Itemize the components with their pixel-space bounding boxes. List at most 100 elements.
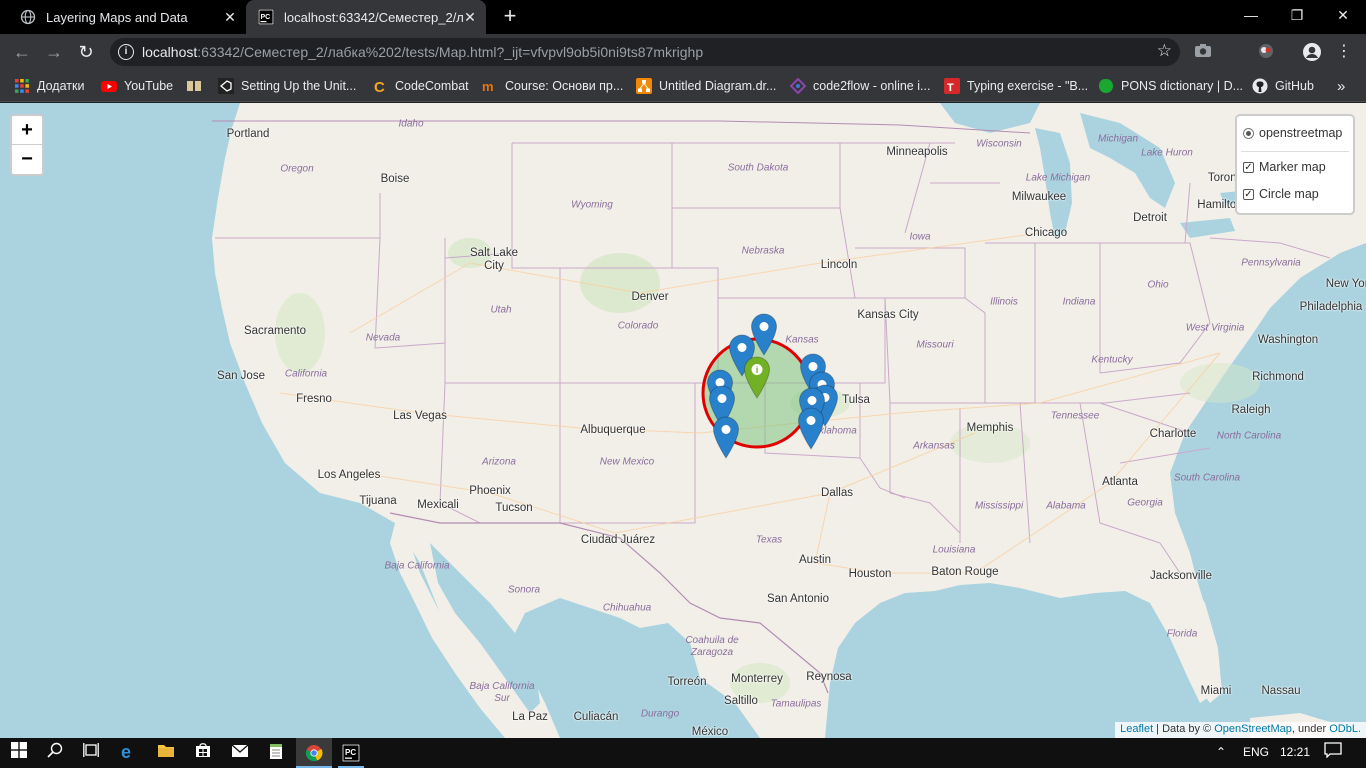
bookmark-typing[interactable]: T Typing exercise - "B...	[944, 77, 1088, 95]
bookmark-code2flow[interactable]: code2flow - online i...	[789, 77, 931, 95]
back-icon[interactable]: ←	[10, 40, 34, 64]
minimize-button[interactable]: —	[1228, 0, 1274, 30]
pycharm-taskbar-icon[interactable]: PC	[338, 738, 364, 768]
camera-icon[interactable]	[1193, 42, 1213, 62]
task-view-icon[interactable]	[80, 742, 102, 764]
svg-text:C: C	[374, 79, 385, 94]
bookmark-label: Typing exercise - "B...	[967, 79, 1089, 93]
overlay-marker-map[interactable]: ✓ Marker map	[1243, 160, 1326, 174]
close-tab-icon[interactable]: ✕	[462, 9, 478, 25]
attribution-text: , under	[1291, 723, 1330, 735]
svg-text:m: m	[482, 79, 494, 94]
bookmarks-overflow-button[interactable]: »	[1337, 77, 1345, 95]
tray-chevron-icon[interactable]: ⌃	[1216, 745, 1226, 759]
zoom-control: + −	[10, 114, 44, 176]
reading-list-icon	[186, 78, 202, 94]
clock[interactable]: 12:21	[1280, 745, 1310, 759]
bookmark-label: Setting Up the Unit...	[241, 79, 357, 93]
close-tab-icon[interactable]: ✕	[222, 9, 238, 25]
osm-link[interactable]: OpenStreetMap	[1214, 723, 1292, 735]
github-icon	[1252, 78, 1268, 94]
file-explorer-icon[interactable]	[155, 742, 177, 764]
tab-localhost-map[interactable]: PC localhost:63342/Семестер_2/лаб ✕	[246, 0, 486, 34]
bookmark-pons[interactable]: PONS dictionary | D...	[1098, 77, 1243, 95]
odbl-link[interactable]: ODbL.	[1329, 723, 1361, 735]
bookmark-drawio[interactable]: Untitled Diagram.dr...	[636, 77, 776, 95]
language-indicator[interactable]: ENG	[1243, 745, 1269, 759]
globe-icon	[20, 9, 36, 25]
pycharm-icon: PC	[258, 9, 274, 25]
layer-control: openstreetmap ✓ Marker map ✓ Circle map	[1235, 114, 1355, 215]
url-text[interactable]: localhost:63342/Семестер_2/лабка%202/tes…	[142, 44, 703, 60]
notification-icon[interactable]	[1322, 742, 1344, 764]
youtube-icon	[101, 78, 117, 94]
edge-icon[interactable]: e	[118, 742, 140, 764]
bookmark-codecombat[interactable]: C CodeCombat	[372, 77, 469, 96]
checkbox-checked[interactable]: ✓	[1243, 161, 1254, 173]
browser-toolbar: ← → ↻ i localhost:63342/Семестер_2/лабка…	[0, 34, 1366, 70]
url-path: :63342/Семестер_2/лабка%202/tests/Map.ht…	[197, 44, 704, 60]
forward-icon[interactable]: →	[42, 40, 66, 64]
bookmark-youtube[interactable]: YouTube	[101, 77, 173, 95]
address-bar[interactable]: i localhost:63342/Семестер_2/лабка%202/t…	[110, 38, 1180, 66]
search-icon[interactable]	[44, 742, 66, 764]
map-marker-icon[interactable]	[712, 416, 740, 459]
close-window-button[interactable]: ✕	[1320, 0, 1366, 30]
layer-label: Marker map	[1259, 160, 1326, 174]
tab-layering-maps[interactable]: Layering Maps and Data ✕	[8, 0, 246, 34]
layer-separator	[1241, 151, 1349, 152]
bookmark-reading[interactable]	[186, 77, 209, 95]
bookmark-unity[interactable]: Setting Up the Unit...	[218, 77, 356, 95]
base-layer-openstreetmap[interactable]: openstreetmap	[1243, 126, 1342, 140]
bookmark-label: Course: Основи пр...	[505, 79, 624, 93]
moodle-icon: m	[482, 78, 498, 94]
code2flow-icon	[789, 77, 807, 95]
bookmark-apps[interactable]: Додатки	[14, 77, 84, 95]
layer-label: Circle map	[1259, 187, 1319, 201]
bookmark-label: Untitled Diagram.dr...	[659, 79, 777, 93]
url-host: localhost	[142, 44, 198, 60]
notepad-icon[interactable]	[265, 742, 287, 764]
reload-icon[interactable]: ↻	[74, 40, 98, 64]
bookmark-label: GitHub	[1275, 79, 1314, 93]
zoom-in-button[interactable]: +	[12, 116, 42, 145]
zoom-out-button[interactable]: −	[12, 145, 42, 174]
codecombat-icon: C	[372, 78, 388, 96]
profile-icon[interactable]	[1302, 42, 1322, 62]
leaflet-map[interactable]: Portland Boise Salt Lake City Denver Sac…	[0, 103, 1366, 738]
layer-label: openstreetmap	[1259, 126, 1343, 140]
svg-text:PC: PC	[261, 14, 271, 21]
map-attribution: Leaflet | Data by © OpenStreetMap, under…	[1115, 722, 1366, 738]
store-icon[interactable]	[192, 742, 214, 764]
bookmark-label: YouTube	[124, 79, 174, 93]
bookmarks-bar: Додатки YouTube Setting Up the Unit... C…	[0, 70, 1366, 102]
pons-icon	[1098, 78, 1114, 94]
svg-text:e: e	[121, 742, 131, 760]
apps-grid-icon	[14, 78, 30, 94]
unity-icon	[218, 78, 234, 94]
mail-icon[interactable]	[229, 742, 251, 764]
map-overlay: i	[701, 313, 839, 459]
checkbox-checked[interactable]: ✓	[1243, 188, 1254, 200]
leaflet-link[interactable]: Leaflet	[1120, 723, 1153, 735]
extension-icon[interactable]	[1256, 42, 1276, 62]
drawio-icon	[636, 78, 652, 94]
bookmark-star-icon[interactable]: ☆	[1157, 41, 1172, 61]
windows-start-icon[interactable]	[8, 742, 30, 764]
overlay-circle-map[interactable]: ✓ Circle map	[1243, 187, 1319, 201]
restore-button[interactable]: ❐	[1274, 0, 1320, 30]
bookmark-course[interactable]: m Course: Основи пр...	[482, 77, 623, 95]
menu-kebab-icon[interactable]: ⋮	[1334, 42, 1354, 62]
tab-strip: Layering Maps and Data ✕ PC localhost:63…	[0, 0, 1366, 34]
svg-text:i: i	[756, 365, 759, 375]
bookmark-label: code2flow - online i...	[813, 79, 931, 93]
radio-selected[interactable]	[1243, 127, 1254, 139]
new-tab-button[interactable]: +	[498, 5, 522, 29]
map-marker-icon[interactable]	[797, 407, 825, 450]
info-icon[interactable]: i	[118, 44, 134, 60]
bookmark-label: PONS dictionary | D...	[1121, 79, 1244, 93]
bookmark-github[interactable]: GitHub	[1252, 77, 1314, 95]
chrome-taskbar-icon[interactable]	[296, 738, 332, 768]
tab-title: Layering Maps and Data	[46, 9, 188, 25]
windows-taskbar: e PC ⌃ ENG 12:21	[0, 738, 1366, 768]
